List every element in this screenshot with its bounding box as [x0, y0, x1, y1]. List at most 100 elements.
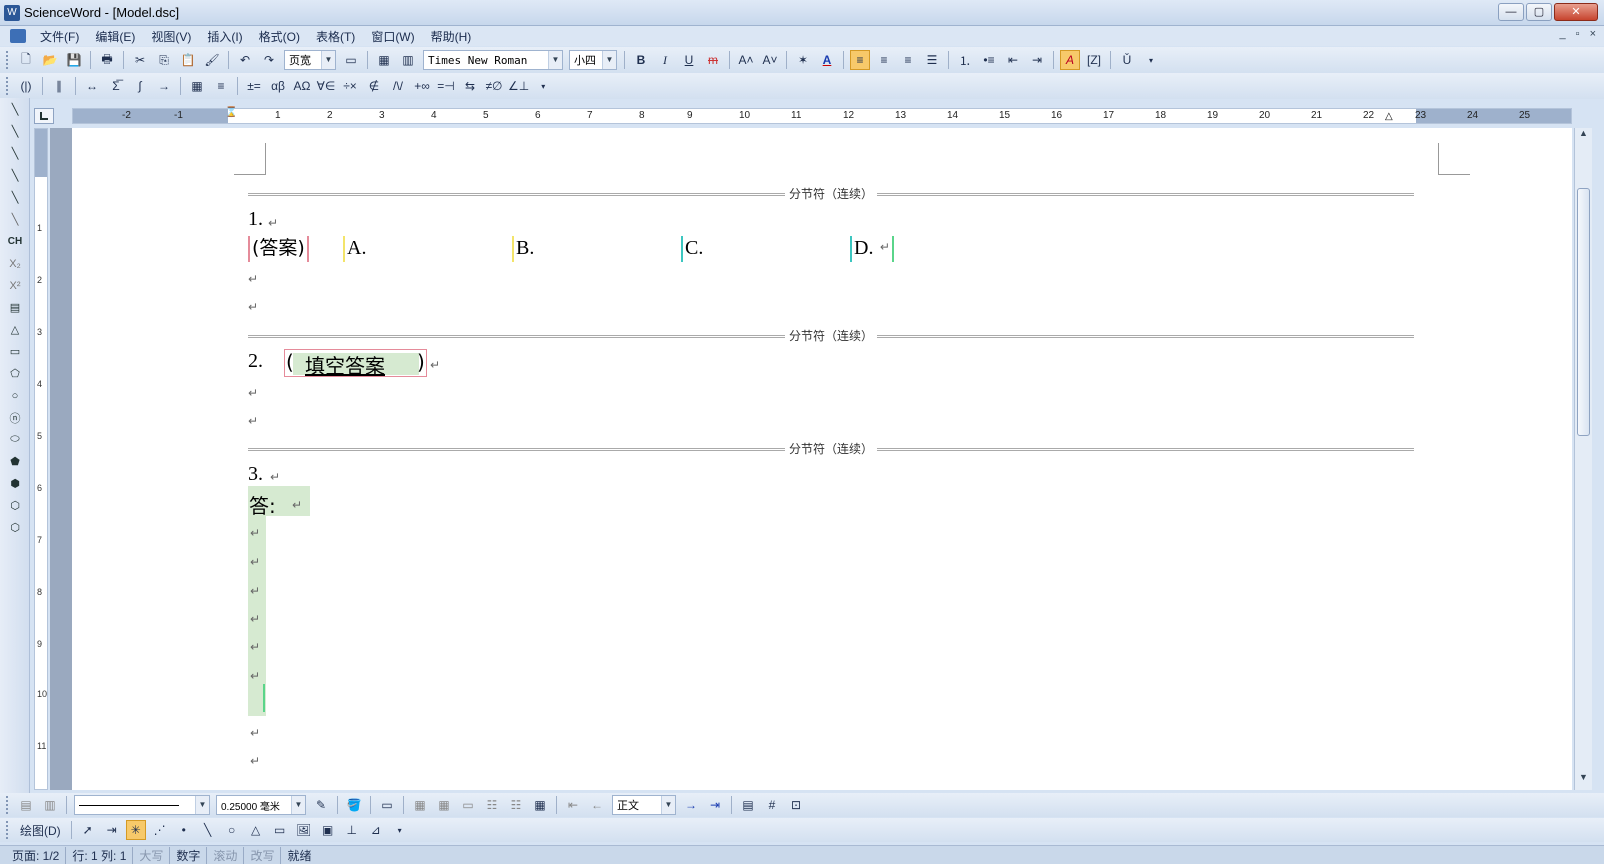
- fence-icon[interactable]: (|): [16, 76, 36, 96]
- decrease-indent-icon[interactable]: ⇤: [1003, 50, 1023, 70]
- open-folder-icon[interactable]: 📂: [40, 50, 60, 70]
- set-icon[interactable]: ∉: [364, 76, 384, 96]
- tab-selector[interactable]: [34, 108, 54, 124]
- columns-icon[interactable]: ▥: [398, 50, 418, 70]
- left-indent-marker-icon[interactable]: ⌛: [225, 107, 237, 118]
- horizontal-ruler[interactable]: -2 -1 1 2 3 4 5 6 7 8 9 10 11 12 13 14 1…: [72, 107, 1572, 124]
- subscript-icon[interactable]: X₂: [3, 253, 27, 274]
- coordinate-icon[interactable]: ⊿: [366, 820, 386, 840]
- chevron-down-icon[interactable]: ▼: [321, 51, 335, 69]
- integral-icon[interactable]: ∫: [130, 76, 150, 96]
- chevron-down-icon[interactable]: ▼: [195, 796, 209, 814]
- font-size-select[interactable]: 小四 ▼: [569, 50, 617, 70]
- save-icon[interactable]: 💾: [64, 50, 84, 70]
- pentagon-icon[interactable]: ⬠: [3, 363, 27, 384]
- table-draw-icon[interactable]: ▥: [40, 795, 60, 815]
- toolbar-grip[interactable]: [6, 796, 10, 814]
- border-icon[interactable]: ▭: [377, 795, 397, 815]
- greek-upper-icon[interactable]: ΑΩ: [292, 76, 312, 96]
- symbol-icon[interactable]: ✶: [793, 50, 813, 70]
- maximize-button[interactable]: ▢: [1526, 3, 1552, 21]
- italic-button[interactable]: I: [655, 50, 675, 70]
- chem-template-icon[interactable]: ⬡: [3, 517, 27, 538]
- right-indent-marker-icon[interactable]: △: [1385, 111, 1393, 122]
- insert-chart-icon[interactable]: ▣: [318, 820, 338, 840]
- greek-lower-icon[interactable]: αβ: [268, 76, 288, 96]
- new-document-icon[interactable]: 🗋: [16, 50, 36, 70]
- paragraph-style-select[interactable]: 正文 ▼: [612, 795, 676, 815]
- exchange-icon[interactable]: ⇆: [460, 76, 480, 96]
- outline-icon[interactable]: ▤: [738, 795, 758, 815]
- fill-answer-text[interactable]: 填空答案: [305, 350, 385, 379]
- snap-grid-icon[interactable]: ✳: [125, 820, 146, 840]
- chem-table-icon[interactable]: ▤: [3, 297, 27, 318]
- vector-icon[interactable]: →: [154, 76, 174, 96]
- underline-button[interactable]: U: [679, 50, 699, 70]
- point-icon[interactable]: •: [174, 820, 194, 840]
- fill-blank-field[interactable]: ( 填空答案 ): [284, 349, 427, 379]
- menu-file[interactable]: 文件(F): [32, 28, 87, 45]
- field-code-icon[interactable]: #: [762, 795, 782, 815]
- shrink-font-button[interactable]: A˅: [760, 50, 780, 70]
- prev-first-icon[interactable]: ⇤: [563, 795, 583, 815]
- vertical-ruler[interactable]: 1 2 3 4 5 6 7 8 9 10 11: [34, 128, 48, 790]
- answer-label-field[interactable]: (答案): [248, 233, 309, 262]
- chevron-down-icon[interactable]: ▼: [661, 796, 675, 814]
- increase-indent-icon[interactable]: ⇥: [1027, 50, 1047, 70]
- close-button[interactable]: ✕: [1554, 3, 1598, 21]
- line-width-select[interactable]: 0.25000 毫米 ▼: [216, 795, 306, 815]
- relation-icon[interactable]: ±=: [244, 76, 264, 96]
- operator-icon[interactable]: ÷×: [340, 76, 360, 96]
- draw-rectangle-icon[interactable]: ▭: [270, 820, 290, 840]
- page-layout-icon[interactable]: ▭: [341, 50, 361, 70]
- highlight-button[interactable]: A: [1060, 50, 1080, 70]
- scroll-down-icon[interactable]: ▼: [1575, 772, 1592, 788]
- benzene-icon[interactable]: ⬡: [3, 495, 27, 516]
- draw-triangle-icon[interactable]: △: [246, 820, 266, 840]
- distribute-rows-icon[interactable]: ☷: [482, 795, 502, 815]
- edit-points-icon[interactable]: ⋰: [150, 820, 170, 840]
- menu-format[interactable]: 格式(O): [251, 28, 308, 45]
- menu-edit[interactable]: 编辑(E): [87, 28, 143, 45]
- menu-window[interactable]: 窗口(W): [363, 28, 422, 45]
- split-cells-icon[interactable]: ▦: [434, 795, 454, 815]
- sum-icon[interactable]: Σ̅: [106, 76, 126, 96]
- angle-icon[interactable]: ∠⊥: [508, 76, 529, 96]
- app-icon[interactable]: W: [4, 5, 20, 21]
- menu-help[interactable]: 帮助(H): [423, 28, 480, 45]
- distribute-cols-icon[interactable]: ☷: [506, 795, 526, 815]
- table-edit-icon[interactable]: ▤: [16, 795, 36, 815]
- option-d-field[interactable]: D. ↵: [850, 233, 894, 262]
- double-line-icon[interactable]: ╲: [3, 121, 27, 142]
- overbar-icon[interactable]: ≡: [211, 76, 231, 96]
- select-objects-icon[interactable]: ➚: [78, 820, 98, 840]
- chevron-down-icon[interactable]: ▼: [291, 796, 305, 814]
- arrow-script-icon[interactable]: ↔: [82, 76, 102, 96]
- field-shading-icon[interactable]: ⊡: [786, 795, 806, 815]
- line-style-select[interactable]: ▼: [74, 795, 210, 815]
- minimize-button[interactable]: —: [1498, 3, 1524, 21]
- table-icon[interactable]: ▦: [374, 50, 394, 70]
- pentagon-ring-icon[interactable]: ⬟: [3, 451, 27, 472]
- font-color-button[interactable]: A: [817, 50, 837, 70]
- frame-icon[interactable]: [Z]: [1084, 50, 1104, 70]
- chem-text-icon[interactable]: CH: [3, 231, 27, 252]
- ellipse-icon[interactable]: ⬭: [3, 429, 27, 450]
- chevron-down-icon[interactable]: ▼: [548, 51, 562, 69]
- option-b-field[interactable]: B.: [512, 233, 534, 262]
- bold-button[interactable]: B: [631, 50, 651, 70]
- cell-align-icon[interactable]: ▭: [458, 795, 478, 815]
- cut-icon[interactable]: ✂: [130, 50, 150, 70]
- toolbar-options-icon[interactable]: ▾: [1141, 50, 1161, 70]
- chevron-down-icon[interactable]: ▼: [602, 51, 616, 69]
- scroll-thumb[interactable]: [1577, 188, 1590, 436]
- prev-icon[interactable]: ←: [587, 795, 607, 815]
- circle-icon[interactable]: ○: [3, 385, 27, 406]
- document-page[interactable]: 分节符（连续） 1. ↵ (答案) A. B. C. D. ↵ ↵ ↵ 分节符（…: [72, 128, 1572, 790]
- align-left-icon[interactable]: ≡: [850, 50, 870, 70]
- hash-bond-icon[interactable]: ╲: [3, 209, 27, 230]
- toolbar-grip[interactable]: [6, 77, 10, 95]
- mdi-minimize-button[interactable]: _: [1560, 28, 1566, 40]
- toolbar-grip[interactable]: [6, 821, 10, 839]
- copy-icon[interactable]: ⎘: [154, 50, 174, 70]
